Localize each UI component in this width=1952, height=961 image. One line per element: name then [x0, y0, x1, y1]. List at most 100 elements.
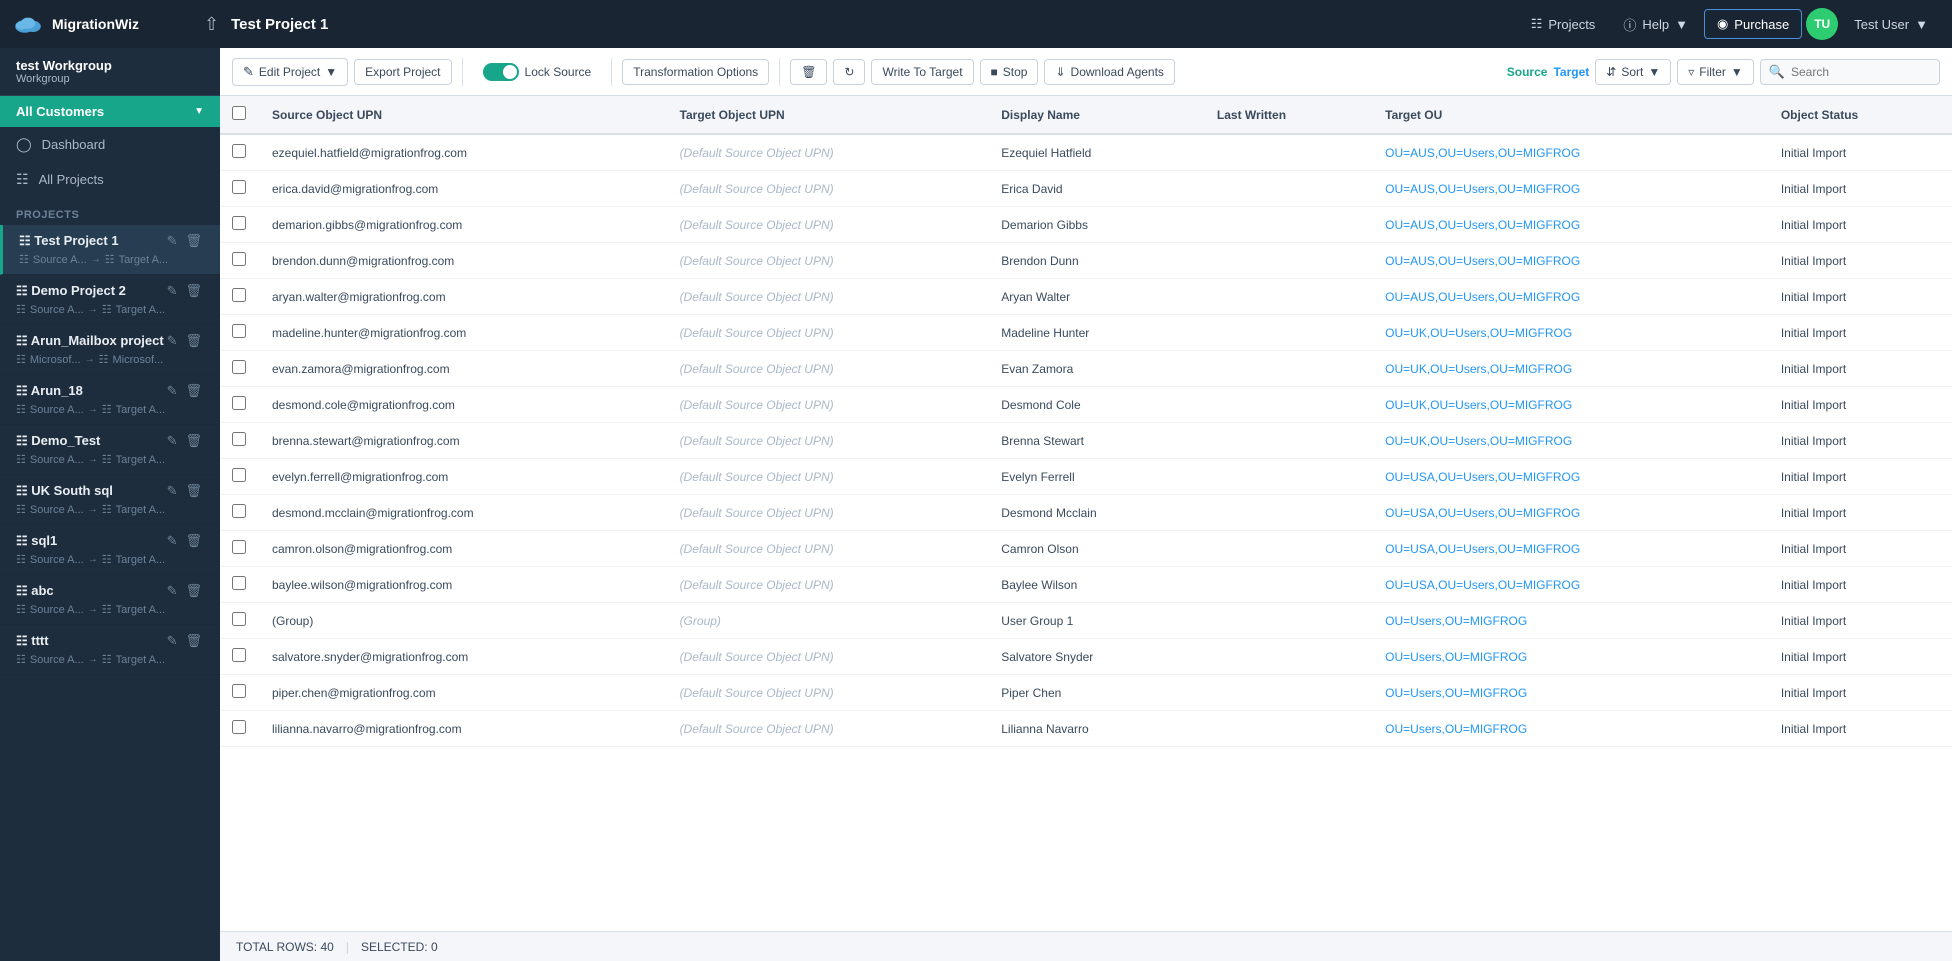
sidebar-project-item[interactable]: ☷ Demo Project 2 ✎ 🗑 ☷ Source A... → ☷ T…: [0, 275, 220, 325]
row-checkbox[interactable]: [232, 540, 246, 554]
row-checkbox-cell: [220, 531, 260, 567]
projects-nav-button[interactable]: ☷ Projects: [1519, 10, 1608, 38]
search-input[interactable]: [1791, 65, 1931, 79]
sidebar-project-item[interactable]: ☷ Arun_18 ✎ 🗑 ☷ Source A... → ☷ Target A…: [0, 375, 220, 425]
row-checkbox[interactable]: [232, 684, 246, 698]
arrow-icon: →: [85, 354, 95, 365]
row-checkbox[interactable]: [232, 648, 246, 662]
select-all-checkbox[interactable]: [232, 106, 246, 120]
project-edit-button[interactable]: ✎: [165, 533, 180, 549]
target-ou-cell: OU=USA,OU=Users,OU=MIGFROG: [1373, 459, 1769, 495]
all-customers-button[interactable]: All Customers ▼: [0, 96, 220, 127]
project-delete-button[interactable]: 🗑: [183, 283, 204, 299]
target-upn-cell: (Default Source Object UPN): [668, 675, 990, 711]
row-checkbox[interactable]: [232, 612, 246, 626]
stop-button[interactable]: ■ Stop: [980, 59, 1039, 85]
project-edit-button[interactable]: ✎: [165, 383, 180, 399]
row-checkbox[interactable]: [232, 144, 246, 158]
row-checkbox[interactable]: [232, 720, 246, 734]
sidebar-project-item[interactable]: ☷ UK South sql ✎ 🗑 ☷ Source A... → ☷ Tar…: [0, 475, 220, 525]
project-delete-button[interactable]: 🗑: [183, 383, 204, 399]
last-written-cell: [1205, 351, 1373, 387]
edit-project-button[interactable]: ✎ Edit Project ▼: [232, 58, 348, 86]
filter-button[interactable]: ▿ Filter ▼: [1677, 59, 1754, 85]
status-cell: Initial Import: [1769, 243, 1952, 279]
project-delete-button[interactable]: 🗑: [183, 333, 204, 349]
target-upn-cell: (Default Source Object UPN): [668, 423, 990, 459]
project-delete-button[interactable]: 🗑: [183, 583, 204, 599]
project-edit-button[interactable]: ✎: [165, 333, 180, 349]
display-name-cell: Demarion Gibbs: [989, 207, 1205, 243]
project-edit-button[interactable]: ✎: [165, 283, 180, 299]
row-checkbox[interactable]: [232, 504, 246, 518]
download-agents-button[interactable]: ⇓ Download Agents: [1044, 59, 1174, 85]
project-delete-button[interactable]: 🗑: [183, 483, 204, 499]
row-checkbox[interactable]: [232, 324, 246, 338]
table-row: lilianna.navarro@migrationfrog.com (Defa…: [220, 711, 1952, 747]
lock-source-toggle[interactable]: Lock Source: [473, 59, 602, 85]
sidebar-item-all-projects[interactable]: ☷ All Projects: [0, 162, 220, 197]
write-to-target-button[interactable]: Write To Target: [871, 59, 973, 85]
row-checkbox[interactable]: [232, 468, 246, 482]
project-edit-button[interactable]: ✎: [165, 583, 180, 599]
display-name-cell: Baylee Wilson: [989, 567, 1205, 603]
target-label[interactable]: Target: [1553, 65, 1589, 79]
display-name-cell: Erica David: [989, 171, 1205, 207]
sidebar-item-dashboard[interactable]: ◯ Dashboard: [0, 127, 220, 162]
sidebar-project-item[interactable]: ☷ abc ✎ 🗑 ☷ Source A... → ☷ Target A...: [0, 575, 220, 625]
row-checkbox[interactable]: [232, 252, 246, 266]
row-checkbox-cell: [220, 243, 260, 279]
display-name-cell: Lilianna Navarro: [989, 711, 1205, 747]
sort-button[interactable]: ⇵ Sort ▼: [1595, 59, 1671, 85]
row-checkbox-cell: [220, 207, 260, 243]
project-delete-button[interactable]: 🗑: [183, 433, 204, 449]
row-checkbox-cell: [220, 603, 260, 639]
table-row: aryan.walter@migrationfrog.com (Default …: [220, 279, 1952, 315]
row-checkbox[interactable]: [232, 180, 246, 194]
refresh-button[interactable]: ↻: [833, 59, 865, 85]
customers-chevron-icon: ▼: [194, 106, 204, 117]
help-icon: ⓘ: [1623, 15, 1636, 34]
col-display-name: Display Name: [989, 96, 1205, 134]
status-cell: Initial Import: [1769, 315, 1952, 351]
help-nav-button[interactable]: ⓘ Help ▼: [1611, 9, 1700, 40]
target-upn-cell: (Default Source Object UPN): [668, 531, 990, 567]
table-row: piper.chen@migrationfrog.com (Default So…: [220, 675, 1952, 711]
row-checkbox[interactable]: [232, 288, 246, 302]
user-avatar[interactable]: TU: [1806, 8, 1838, 40]
sidebar-project-item[interactable]: ☷ Test Project 1 ✎ 🗑 ☷ Source A... → ☷ T…: [0, 225, 220, 275]
user-menu-button[interactable]: Test User ▼: [1842, 11, 1940, 38]
project-edit-button[interactable]: ✎: [165, 433, 180, 449]
row-checkbox[interactable]: [232, 396, 246, 410]
table-header: Source Object UPN Target Object UPN Disp…: [220, 96, 1952, 134]
sidebar-project-item[interactable]: ☷ Demo_Test ✎ 🗑 ☷ Source A... → ☷ Target…: [0, 425, 220, 475]
table-row: evan.zamora@migrationfrog.com (Default S…: [220, 351, 1952, 387]
source-label[interactable]: Source: [1507, 65, 1548, 79]
purchase-nav-button[interactable]: ◉ Purchase: [1704, 9, 1802, 39]
project-source-icon: ☷: [16, 503, 26, 516]
row-checkbox[interactable]: [232, 360, 246, 374]
project-edit-button[interactable]: ✎: [165, 483, 180, 499]
arrow-icon: →: [88, 504, 98, 515]
project-target-icon: ☷: [102, 453, 112, 466]
project-delete-button[interactable]: 🗑: [183, 633, 204, 649]
status-cell: Initial Import: [1769, 279, 1952, 315]
projects-list: ☷ Test Project 1 ✎ 🗑 ☷ Source A... → ☷ T…: [0, 225, 220, 675]
table-row: (Group) (Group) User Group 1 OU=Users,OU…: [220, 603, 1952, 639]
target-ou-cell: OU=UK,OU=Users,OU=MIGFROG: [1373, 351, 1769, 387]
row-checkbox[interactable]: [232, 576, 246, 590]
sidebar-project-item[interactable]: ☷ Arun_Mailbox project ✎ 🗑 ☷ Microsof...…: [0, 325, 220, 375]
row-checkbox[interactable]: [232, 432, 246, 446]
row-checkbox[interactable]: [232, 216, 246, 230]
project-delete-button[interactable]: 🗑: [183, 533, 204, 549]
project-target-icon: ☷: [102, 503, 112, 516]
source-upn-cell: camron.olson@migrationfrog.com: [260, 531, 668, 567]
transformation-options-button[interactable]: Transformation Options: [622, 59, 769, 85]
export-project-button[interactable]: Export Project: [354, 59, 451, 85]
project-edit-button[interactable]: ✎: [165, 233, 180, 249]
project-delete-button[interactable]: 🗑: [183, 233, 204, 249]
delete-button[interactable]: 🗑: [790, 59, 827, 85]
sidebar-project-item[interactable]: ☷ sql1 ✎ 🗑 ☷ Source A... → ☷ Target A...: [0, 525, 220, 575]
sidebar-project-item[interactable]: ☷ tttt ✎ 🗑 ☷ Source A... → ☷ Target A...: [0, 625, 220, 675]
project-edit-button[interactable]: ✎: [165, 633, 180, 649]
